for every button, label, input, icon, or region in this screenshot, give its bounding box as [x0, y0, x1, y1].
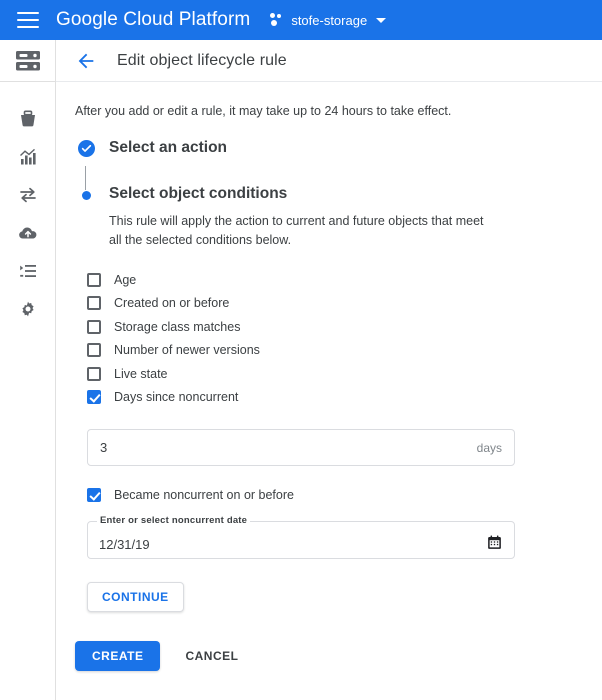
days-input-value: 3 [100, 440, 108, 455]
gear-icon [21, 301, 34, 317]
noncurrent-date-input[interactable]: Enter or select noncurrent date 12/31/19 [87, 514, 515, 559]
checkbox-row-became-noncurrent-on-or-before[interactable]: Became noncurrent on or before [87, 483, 602, 507]
bucket-icon [20, 110, 35, 127]
days-field-wrap: 3 days [56, 429, 602, 466]
noncurrent-date-label: Enter or select noncurrent date [97, 514, 251, 526]
checkbox-row-live-state[interactable]: Live state [87, 362, 602, 386]
continue-button[interactable]: CONTINUE [87, 581, 184, 612]
checkbox-label-live-state: Live state [114, 366, 168, 381]
sidebar-item-settings[interactable] [0, 290, 55, 328]
checkbox-label-days-since-noncurrent: Days since noncurrent [114, 390, 239, 405]
storage-rack-icon [15, 50, 40, 70]
sidebar-item-transfer-jobs[interactable] [0, 252, 55, 290]
checkbox-number-of-newer-versions[interactable] [87, 343, 101, 358]
step2-description: This rule will apply the action to curre… [109, 214, 484, 247]
step-select-object-conditions[interactable]: Select object conditions This rule will … [75, 184, 602, 250]
step2-body: Select object conditions This rule will … [97, 184, 602, 250]
checkbox-age[interactable] [87, 272, 101, 287]
checkbox-label-became-noncurrent-on-or-before: Became noncurrent on or before [114, 487, 294, 502]
sidebar-item-monitoring[interactable] [0, 138, 55, 176]
became-noncurrent-group: Became noncurrent on or before [56, 483, 602, 507]
sidebar [0, 40, 56, 700]
sidebar-item-transfer-appliance[interactable] [0, 214, 55, 252]
brand-title: Google Cloud Platform [56, 9, 251, 30]
checkbox-row-age[interactable]: Age [87, 268, 602, 292]
condition-checkbox-list: Age Created on or before Storage class m… [56, 268, 602, 409]
checkbox-became-noncurrent-on-or-before[interactable] [87, 487, 101, 502]
app-bar: Google Cloud Platform stofe-storage [0, 0, 602, 40]
check-circle-icon [77, 140, 95, 157]
calendar-icon[interactable] [486, 534, 503, 551]
project-dots-icon [270, 13, 284, 27]
sidebar-items [0, 82, 55, 328]
list-indent-icon [19, 265, 36, 277]
sidebar-item-storage[interactable] [0, 40, 55, 82]
noncurrent-date-value: 12/31/19 [99, 536, 150, 552]
step-select-an-action[interactable]: Select an action [75, 138, 602, 157]
step2-title: Select object conditions [109, 185, 288, 202]
back-arrow-icon[interactable] [75, 50, 97, 72]
footer-button-row: CREATE CANCEL [56, 640, 602, 671]
notice-text: After you add or edit a rule, it may tak… [75, 104, 452, 118]
hamburger-menu-icon[interactable] [17, 12, 39, 28]
step1-title: Select an action [109, 139, 228, 156]
sidebar-item-browser[interactable] [0, 100, 55, 138]
cloud-upload-icon [18, 227, 36, 239]
checkbox-label-number-of-newer-versions: Number of newer versions [114, 343, 260, 358]
checkbox-row-storage-class-matches[interactable]: Storage class matches [87, 315, 602, 339]
checkbox-created-on-or-before[interactable] [87, 296, 101, 311]
transfer-arrows-icon [19, 187, 36, 203]
step2-marker [75, 184, 97, 200]
date-field-wrap: Enter or select noncurrent date 12/31/19 [56, 514, 602, 559]
stepper: Select an action Select object condition… [56, 138, 602, 250]
checkbox-live-state[interactable] [87, 366, 101, 381]
checkbox-label-age: Age [114, 272, 137, 287]
main-content: Edit object lifecycle rule After you add… [56, 40, 602, 700]
chart-bar-icon [19, 148, 36, 165]
checkbox-days-since-noncurrent[interactable] [87, 390, 101, 405]
create-button[interactable]: CREATE [75, 640, 161, 671]
step1-marker [75, 138, 97, 157]
chevron-down-icon [376, 17, 387, 23]
project-selector[interactable]: stofe-storage [270, 12, 387, 28]
continue-button-row: CONTINUE [56, 581, 602, 612]
page-title: Edit object lifecycle rule [117, 51, 287, 69]
checkbox-storage-class-matches[interactable] [87, 319, 101, 334]
checkbox-row-number-of-newer-versions[interactable]: Number of newer versions [87, 339, 602, 363]
page-header: Edit object lifecycle rule [56, 40, 602, 82]
stepper-spacer [75, 157, 602, 184]
project-name: stofe-storage [291, 12, 368, 28]
days-since-noncurrent-input[interactable]: 3 days [87, 429, 515, 466]
days-input-suffix: days [476, 440, 502, 455]
step1-body: Select an action [97, 138, 602, 157]
checkbox-label-storage-class-matches: Storage class matches [114, 319, 241, 334]
checkbox-row-days-since-noncurrent[interactable]: Days since noncurrent [87, 386, 602, 410]
checkbox-label-created-on-or-before: Created on or before [114, 296, 230, 311]
cancel-button[interactable]: CANCEL [172, 641, 251, 671]
checkbox-row-created-on-or-before[interactable]: Created on or before [87, 292, 602, 316]
active-dot-icon [81, 191, 91, 200]
sidebar-item-transfer[interactable] [0, 176, 55, 214]
